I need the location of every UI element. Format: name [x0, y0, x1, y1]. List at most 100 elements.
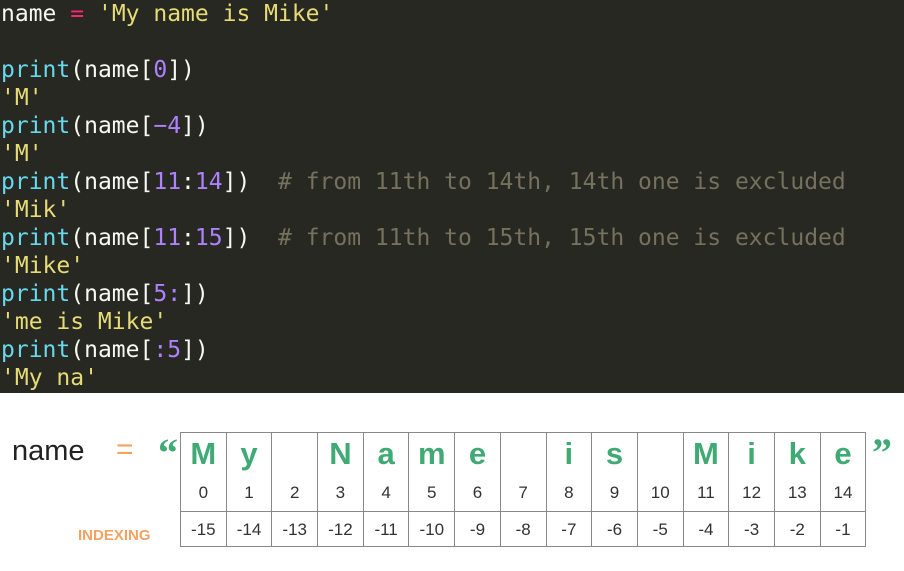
code-token: −4: [153, 113, 182, 139]
positive-index-cell: 14: [821, 474, 867, 511]
code-token: print: [1, 113, 71, 139]
positive-index-cell: 10: [638, 474, 684, 511]
char-cell: [637, 432, 684, 474]
code-token: print: [1, 169, 71, 195]
negative-index-cell: -1: [820, 511, 867, 547]
char-cell: m: [409, 432, 456, 474]
negative-index-cell: -13: [272, 511, 319, 547]
code-token: print: [1, 281, 71, 307]
code-editor: name = 'My name is Mike' print(name[0]) …: [0, 0, 904, 393]
output-line: 'My na': [1, 365, 98, 391]
code-token: (name[: [70, 113, 154, 139]
code-token: (name[: [70, 337, 154, 363]
char-cell: y: [226, 432, 273, 474]
code-token: print: [1, 225, 71, 251]
char-cell: e: [455, 432, 501, 474]
code-token: 14: [194, 169, 223, 195]
code-token: 5: [153, 281, 168, 307]
negative-index-cell: -15: [181, 511, 227, 547]
positive-index-cell: 1: [227, 474, 273, 511]
char-cell: e: [820, 432, 867, 474]
positive-index-cell: 11: [684, 474, 730, 511]
code-token: (name[: [70, 225, 154, 251]
code-token: 11: [153, 225, 182, 251]
index-grid: My Na m e i s Mi k e 0 1 2 3 4 5 6 7 8 9 10 11 12 13 14 -15 -14 -1…: [180, 432, 867, 547]
positive-index-cell: 0: [181, 474, 227, 511]
positive-index-cell: 2: [272, 474, 319, 511]
negative-index-cell: -5: [637, 511, 684, 547]
code-token: ]): [181, 281, 209, 307]
code-token: print: [1, 337, 71, 363]
code-token: ]): [222, 169, 251, 195]
char-cell: i: [729, 432, 775, 474]
code-token: :: [167, 281, 182, 307]
char-cell: M: [683, 432, 730, 474]
code-token: 0: [153, 57, 168, 83]
code-line: print(name[11:15]) # from 11th to 15th, …: [1, 224, 904, 252]
indexing-diagram: name = “ ” INDEXING MyNameisMike01234567…: [0, 393, 904, 571]
indexing-label: INDEXING: [78, 527, 151, 544]
negative-index-cell: -10: [409, 511, 456, 547]
code-token: 15: [194, 225, 223, 251]
code-line: print(name[:5]): [1, 336, 904, 364]
variable-name-label: name: [12, 435, 85, 467]
code-line: print(name[5:]): [1, 280, 904, 308]
positive-index-cell: 13: [775, 474, 821, 511]
output-line: 'Mik': [1, 197, 71, 223]
code-line: print(name[0]): [1, 56, 904, 84]
code-token: (name[: [70, 281, 154, 307]
code-line: print(name[−4]): [1, 112, 904, 140]
char-cell: [272, 432, 319, 474]
negative-index-cell: -9: [455, 511, 501, 547]
char-cell: s: [592, 432, 638, 474]
code-token: :: [153, 337, 168, 363]
char-cell: k: [774, 432, 821, 474]
positive-index-cell: 4: [364, 474, 410, 511]
code-token: (name[: [70, 169, 154, 195]
positive-index-cell: 9: [592, 474, 638, 511]
negative-index-cell: -2: [774, 511, 821, 547]
code-token: ]): [181, 113, 209, 139]
code-token: 5: [167, 337, 182, 363]
code-token: ]): [222, 225, 251, 251]
char-cell: i: [546, 432, 593, 474]
output-line: 'M': [1, 85, 43, 111]
positive-index-cell: 5: [409, 474, 456, 511]
negative-index-cell: -6: [592, 511, 638, 547]
positive-index-cell: 12: [729, 474, 775, 511]
negative-index-cell: -3: [729, 511, 775, 547]
output-line: 'M': [1, 141, 43, 167]
open-quote: “: [158, 430, 178, 475]
positive-index-cell: 6: [455, 474, 501, 511]
code-token: :: [181, 169, 195, 195]
char-cell: M: [181, 432, 227, 474]
negative-index-cell: -12: [318, 511, 364, 547]
code-token: 'My name is Mike': [97, 1, 334, 27]
negative-index-cell: -14: [226, 511, 273, 547]
positive-index-cell: 3: [318, 474, 364, 511]
negative-index-cell: -7: [546, 511, 593, 547]
close-quote: ”: [872, 430, 892, 475]
code-comment: # from 11th to 15th, 15th one is exclude…: [250, 225, 846, 251]
equals-sign: =: [116, 433, 134, 466]
negative-index-cell: -4: [683, 511, 730, 547]
code-token: (name[: [70, 57, 154, 83]
code-token: 11: [153, 169, 182, 195]
negative-index-cell: -8: [500, 511, 547, 547]
char-cell: a: [363, 432, 410, 474]
positive-index-cell: 8: [547, 474, 593, 511]
code-comment: # from 11th to 14th, 14th one is exclude…: [250, 169, 846, 195]
output-line: 'Mike': [1, 253, 85, 279]
code-token: ]): [167, 57, 195, 83]
code-token: :: [181, 225, 195, 251]
code-token: =: [70, 1, 85, 27]
output-line: 'me is Mike': [1, 309, 168, 335]
code-token: print: [1, 57, 71, 83]
code-token: ]): [181, 337, 209, 363]
code-token: name: [1, 1, 71, 27]
char-cell: N: [318, 432, 364, 474]
positive-index-cell: 7: [501, 474, 547, 511]
code-line: name = 'My name is Mike': [1, 0, 904, 28]
